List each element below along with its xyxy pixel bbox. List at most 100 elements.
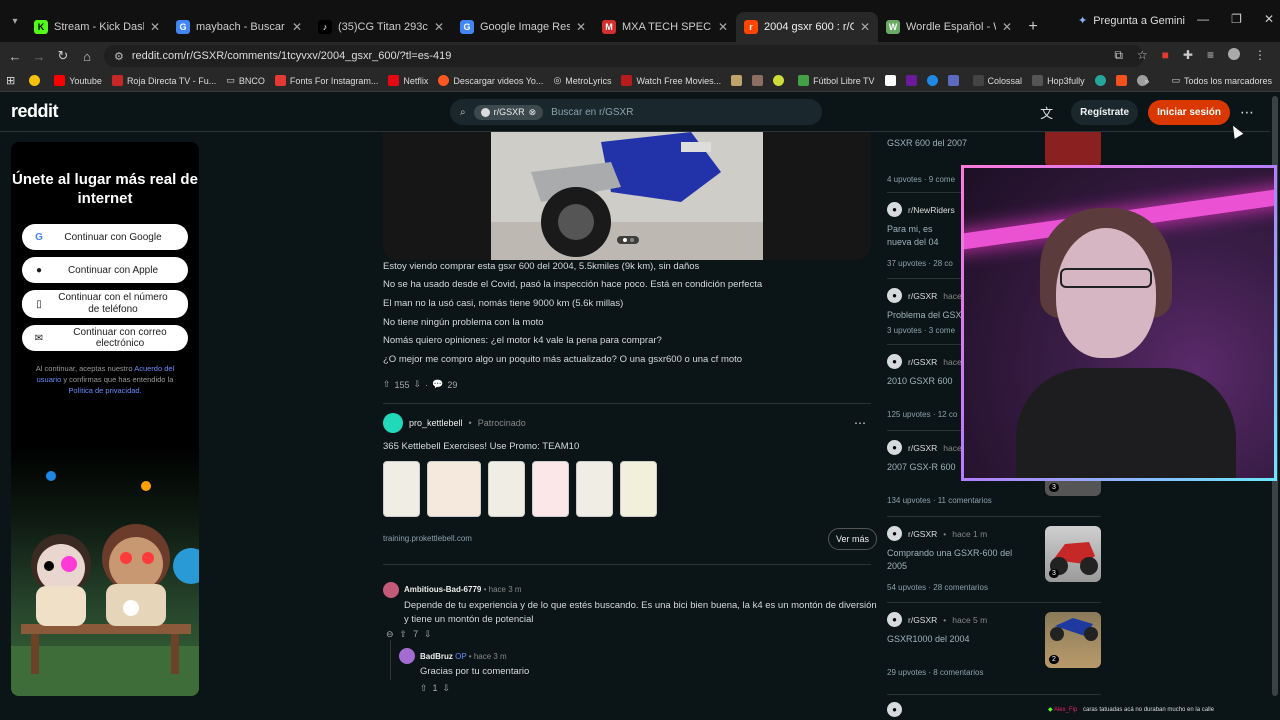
- post-thumbnail[interactable]: [1045, 132, 1101, 167]
- menu-icon[interactable]: ⋮: [1254, 48, 1266, 63]
- comment-avatar[interactable]: [383, 582, 399, 598]
- register-button[interactable]: Regístrate: [1071, 100, 1139, 125]
- ad-thumbnail[interactable]: [488, 461, 525, 517]
- browser-tab[interactable]: MMXA TECH SPEC: 10 COSAS✕: [594, 12, 736, 42]
- bookmark-misc[interactable]: [731, 75, 788, 86]
- home-icon[interactable]: ⌂: [75, 49, 99, 64]
- close-tab-icon[interactable]: ✕: [150, 20, 160, 34]
- advertiser-avatar[interactable]: [383, 413, 403, 433]
- profile-avatar[interactable]: [1228, 48, 1240, 60]
- browser-tab[interactable]: WWordle Español - Wordle e✕: [878, 12, 1020, 42]
- tab-search-icon[interactable]: ▾: [4, 6, 26, 36]
- related-post[interactable]: ● r/GSXR • hace 5 m GSXR1000 del 2004 29 up…: [887, 612, 1101, 677]
- vote-count: 7: [413, 629, 419, 639]
- overflow-chevron-icon[interactable]: »: [1144, 76, 1149, 86]
- post-image-gallery[interactable]: [383, 132, 871, 260]
- subreddit-chip[interactable]: r/GSXR ⊗: [473, 104, 544, 120]
- bookmark-colossal[interactable]: Colossal: [972, 75, 1022, 86]
- ad-gallery[interactable]: [383, 461, 657, 517]
- minimize-icon[interactable]: —: [1197, 12, 1209, 26]
- upvote-icon[interactable]: ⇧: [400, 629, 408, 640]
- see-more-button[interactable]: Ver más: [828, 528, 878, 550]
- bookmark-watch[interactable]: Watch Free Movies...: [621, 75, 721, 86]
- comment-author[interactable]: Ambitious-Bad-6779: [404, 585, 481, 594]
- bookmark-metrolyrics[interactable]: ◎ MetroLyrics: [553, 75, 611, 86]
- ad-domain[interactable]: training.prokettlebell.com: [383, 534, 472, 543]
- gallery-pagination-dots[interactable]: [617, 236, 639, 244]
- url-input[interactable]: ⚙ reddit.com/r/GSXR/comments/1tcyvxv/200…: [104, 45, 1144, 67]
- back-icon[interactable]: ←: [3, 49, 27, 64]
- email-login-button[interactable]: ✉ Continuar con correo electrónico: [22, 325, 188, 351]
- close-tab-icon[interactable]: ✕: [860, 20, 870, 34]
- ad-thumbnail[interactable]: [383, 461, 420, 517]
- apps-icon[interactable]: ⊞: [6, 74, 15, 87]
- bookmark-folder-bnco[interactable]: ▭ BNCO: [226, 75, 265, 86]
- ad-more-icon[interactable]: ⋯: [854, 416, 866, 430]
- collapse-icon[interactable]: ⊖: [386, 629, 394, 640]
- post-thumbnail[interactable]: 3: [1045, 526, 1101, 582]
- all-bookmarks[interactable]: » ▭ Todos los marcadores: [1144, 75, 1272, 86]
- extension-icon[interactable]: ■: [1162, 48, 1169, 63]
- bookmark-roja[interactable]: Roja Directa TV - Fu...: [111, 75, 216, 86]
- browser-tab-active[interactable]: r2004 gsxr 600 : r/GSXR✕: [736, 12, 878, 42]
- browser-tab[interactable]: Gmaybach - Buscar con Goo✕: [168, 12, 310, 42]
- bookmark-netflix[interactable]: Netflix: [388, 75, 428, 86]
- comment-avatar[interactable]: [399, 648, 415, 664]
- related-post[interactable]: GSXR 600 del 2007 4 upvotes · 9 come: [887, 132, 1101, 184]
- browser-tab[interactable]: KStream - Kick Dashboard✕: [26, 12, 168, 42]
- login-button[interactable]: Iniciar sesión: [1148, 100, 1230, 125]
- reload-icon[interactable]: ↻: [51, 48, 75, 64]
- phone-login-button[interactable]: ▯ Continuar con el número de teléfono: [22, 290, 188, 318]
- google-login-button[interactable]: G Continuar con Google: [22, 224, 188, 250]
- clear-chip-icon[interactable]: ⊗: [529, 107, 537, 118]
- downvote-icon[interactable]: ⇩: [414, 379, 422, 390]
- close-tab-icon[interactable]: ✕: [292, 20, 302, 34]
- restore-icon[interactable]: ❐: [1231, 12, 1242, 26]
- bookmark-hop3fully[interactable]: Hop3fully: [1032, 75, 1085, 86]
- bookmark-fonts[interactable]: Fonts For Instagram...: [274, 75, 378, 86]
- ad-thumbnail[interactable]: [620, 461, 657, 517]
- search-input[interactable]: ⌕ r/GSXR ⊗ Buscar en r/GSXR: [450, 99, 822, 125]
- bookmark-futbol[interactable]: Fútbol Libre TV: [798, 75, 875, 86]
- close-tab-icon[interactable]: ✕: [434, 20, 444, 34]
- close-tab-icon[interactable]: ✕: [576, 20, 586, 34]
- advertiser-name[interactable]: pro_kettlebell: [409, 418, 463, 428]
- ad-thumbnail[interactable]: [576, 461, 613, 517]
- divider: [887, 694, 1101, 695]
- install-icon[interactable]: ⧉: [1114, 48, 1123, 63]
- apple-login-button[interactable]: ● Continuar con Apple: [22, 257, 188, 283]
- bookmark-icons-group[interactable]: [884, 75, 963, 86]
- bookmark-youtube[interactable]: Youtube: [54, 75, 102, 86]
- close-tab-icon[interactable]: ✕: [718, 20, 728, 34]
- site-info-icon[interactable]: ⚙: [114, 50, 124, 63]
- browser-tab[interactable]: ♪(35)CG Titan 293cc Motor✕: [310, 12, 452, 42]
- bookmark-star-icon[interactable]: ☆: [1137, 48, 1148, 63]
- related-post[interactable]: ● r/GSXR • hace 1 m Comprando una GSXR-600 …: [887, 526, 1101, 592]
- close-window-icon[interactable]: ✕: [1264, 12, 1274, 26]
- close-tab-icon[interactable]: ✕: [1002, 20, 1012, 34]
- ad-thumbnail[interactable]: [532, 461, 569, 517]
- downvote-icon[interactable]: ⇩: [443, 683, 451, 694]
- bookmark-descargar[interactable]: Descargar videos Yo...: [438, 75, 543, 86]
- new-tab-button[interactable]: +: [1020, 12, 1046, 42]
- extensions-icon[interactable]: ✚: [1183, 48, 1193, 63]
- more-options-icon[interactable]: ⋯: [1240, 104, 1254, 121]
- upvote-icon[interactable]: ⇧: [383, 379, 391, 390]
- downvote-icon[interactable]: ⇩: [424, 629, 432, 640]
- ad-headline[interactable]: 365 Kettlebell Exercises! Use Promo: TEA…: [383, 441, 579, 452]
- comment-header: Ambitious-Bad-6779 • hace 3 m: [404, 585, 522, 594]
- comment-icon[interactable]: 💬: [432, 379, 443, 390]
- privacy-policy-link[interactable]: Política de privacidad.: [68, 386, 141, 395]
- translate-icon[interactable]: 文: [1040, 103, 1053, 122]
- bookmark-icons-group-2[interactable]: [1094, 75, 1152, 86]
- bookmark-emoji[interactable]: [29, 75, 44, 86]
- ad-thumbnail[interactable]: [427, 461, 481, 517]
- forward-icon[interactable]: →: [27, 49, 51, 64]
- browser-tab[interactable]: GGoogle Image Result✕: [452, 12, 594, 42]
- comment-author[interactable]: BadBruz: [420, 652, 453, 661]
- post-thumbnail[interactable]: 2: [1045, 612, 1101, 668]
- gemini-button[interactable]: ✦ Pregunta a Gemini: [1078, 14, 1185, 28]
- reddit-logo[interactable]: reddit: [11, 101, 59, 122]
- media-icon[interactable]: ≡: [1207, 48, 1214, 63]
- upvote-icon[interactable]: ⇧: [420, 683, 428, 694]
